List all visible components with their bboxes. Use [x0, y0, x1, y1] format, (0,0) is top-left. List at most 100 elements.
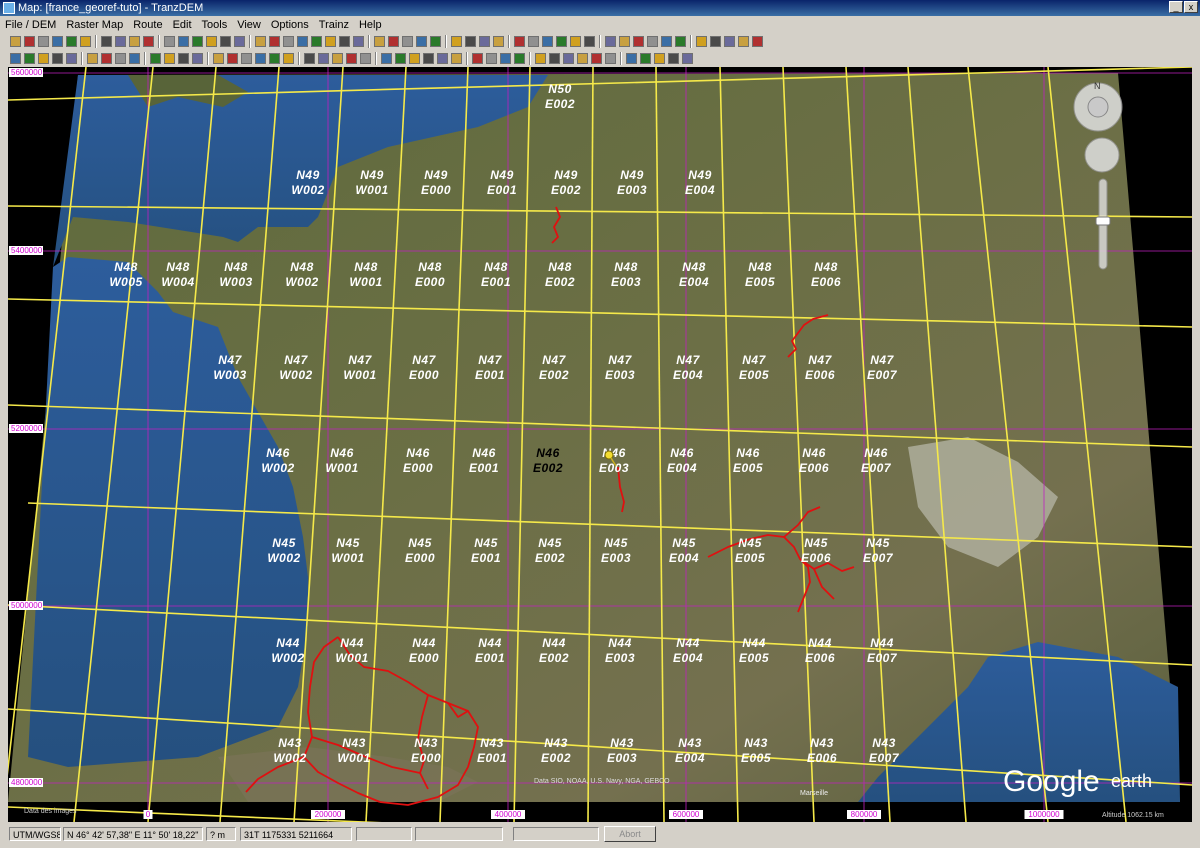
toolbar-button-icon[interactable] [241, 53, 252, 64]
toolbar-button-icon[interactable] [430, 36, 441, 47]
toolbar-button-icon[interactable] [388, 36, 399, 47]
close-button[interactable]: x [1184, 1, 1198, 13]
toolbar-button-icon[interactable] [577, 53, 588, 64]
menu-view[interactable]: View [232, 19, 266, 31]
toolbar-button-icon[interactable] [269, 36, 280, 47]
toolbar-button-icon[interactable] [626, 53, 637, 64]
toolbar-button-icon[interactable] [325, 36, 336, 47]
toolbar-button-icon[interactable] [206, 36, 217, 47]
toolbar-button-icon[interactable] [752, 36, 763, 47]
toolbar-button-icon[interactable] [465, 36, 476, 47]
toolbar-button-icon[interactable] [374, 36, 385, 47]
toolbar-button-icon[interactable] [710, 36, 721, 47]
toolbar-button-icon[interactable] [101, 53, 112, 64]
toolbar-button-icon[interactable] [472, 53, 483, 64]
toolbar-button-icon[interactable] [164, 53, 175, 64]
toolbar-button-icon[interactable] [311, 36, 322, 47]
toolbar-button-icon[interactable] [605, 53, 616, 64]
toolbar-button-icon[interactable] [724, 36, 735, 47]
toolbar-button-icon[interactable] [297, 36, 308, 47]
map-canvas[interactable]: N50E002N49W002N49W001N49E000N49E001N49E0… [8, 67, 1192, 822]
toolbar-button-icon[interactable] [514, 53, 525, 64]
toolbar-button-icon[interactable] [423, 53, 434, 64]
menu-tools[interactable]: Tools [197, 19, 233, 31]
move-control[interactable] [1084, 137, 1120, 173]
toolbar-button-icon[interactable] [115, 53, 126, 64]
toolbar-button-icon[interactable] [528, 36, 539, 47]
toolbar-button-icon[interactable] [402, 36, 413, 47]
toolbar-button-icon[interactable] [668, 53, 679, 64]
toolbar-button-icon[interactable] [570, 36, 581, 47]
toolbar-button-icon[interactable] [605, 36, 616, 47]
toolbar-button-icon[interactable] [353, 36, 364, 47]
toolbar-button-icon[interactable] [682, 53, 693, 64]
toolbar-button-icon[interactable] [38, 53, 49, 64]
toolbar-button-icon[interactable] [395, 53, 406, 64]
toolbar-button-icon[interactable] [332, 53, 343, 64]
toolbar-button-icon[interactable] [234, 36, 245, 47]
menu-options[interactable]: Options [266, 19, 314, 31]
toolbar-button-icon[interactable] [591, 53, 602, 64]
zoom-slider-thumb[interactable] [1095, 216, 1111, 226]
toolbar-button-icon[interactable] [360, 53, 371, 64]
toolbar-button-icon[interactable] [416, 36, 427, 47]
toolbar-button-icon[interactable] [283, 36, 294, 47]
toolbar-button-icon[interactable] [633, 36, 644, 47]
toolbar-button-icon[interactable] [283, 53, 294, 64]
toolbar-button-icon[interactable] [255, 53, 266, 64]
toolbar-button-icon[interactable] [52, 53, 63, 64]
toolbar-button-icon[interactable] [696, 36, 707, 47]
toolbar-button-icon[interactable] [640, 53, 651, 64]
toolbar-button-icon[interactable] [255, 36, 266, 47]
toolbar-button-icon[interactable] [192, 36, 203, 47]
minimize-button[interactable]: _ [1169, 1, 1183, 13]
menu-route[interactable]: Route [128, 19, 167, 31]
toolbar-button-icon[interactable] [38, 36, 49, 47]
toolbar-button-icon[interactable] [619, 36, 630, 47]
toolbar-button-icon[interactable] [66, 36, 77, 47]
toolbar-button-icon[interactable] [409, 53, 420, 64]
toolbar-button-icon[interactable] [584, 36, 595, 47]
toolbar-button-icon[interactable] [654, 53, 665, 64]
toolbar-button-icon[interactable] [52, 36, 63, 47]
toolbar-button-icon[interactable] [381, 53, 392, 64]
toolbar-button-icon[interactable] [80, 36, 91, 47]
toolbar-button-icon[interactable] [24, 36, 35, 47]
menu-help[interactable]: Help [354, 19, 387, 31]
toolbar-button-icon[interactable] [269, 53, 280, 64]
toolbar-button-icon[interactable] [479, 36, 490, 47]
toolbar-button-icon[interactable] [227, 53, 238, 64]
toolbar-button-icon[interactable] [514, 36, 525, 47]
toolbar-button-icon[interactable] [549, 53, 560, 64]
toolbar-button-icon[interactable] [101, 36, 112, 47]
toolbar-button-icon[interactable] [339, 36, 350, 47]
toolbar-button-icon[interactable] [493, 36, 504, 47]
toolbar-button-icon[interactable] [500, 53, 511, 64]
toolbar-button-icon[interactable] [213, 53, 224, 64]
menu-trainz[interactable]: Trainz [314, 19, 354, 31]
toolbar-button-icon[interactable] [66, 53, 77, 64]
toolbar-button-icon[interactable] [535, 53, 546, 64]
toolbar-button-icon[interactable] [115, 36, 126, 47]
toolbar-button-icon[interactable] [486, 53, 497, 64]
toolbar-button-icon[interactable] [143, 36, 154, 47]
toolbar-button-icon[interactable] [318, 53, 329, 64]
toolbar-button-icon[interactable] [10, 36, 21, 47]
toolbar-button-icon[interactable] [675, 36, 686, 47]
toolbar-button-icon[interactable] [451, 36, 462, 47]
toolbar-button-icon[interactable] [87, 53, 98, 64]
toolbar-button-icon[interactable] [451, 53, 462, 64]
toolbar-button-icon[interactable] [129, 36, 140, 47]
menu-edit[interactable]: Edit [168, 19, 197, 31]
toolbar-button-icon[interactable] [542, 36, 553, 47]
toolbar-button-icon[interactable] [647, 36, 658, 47]
toolbar-button-icon[interactable] [24, 53, 35, 64]
abort-button[interactable]: Abort [604, 826, 656, 842]
toolbar-button-icon[interactable] [556, 36, 567, 47]
toolbar-button-icon[interactable] [178, 53, 189, 64]
menu-raster-map[interactable]: Raster Map [61, 19, 128, 31]
toolbar-button-icon[interactable] [304, 53, 315, 64]
toolbar-button-icon[interactable] [563, 53, 574, 64]
menu-file-dem[interactable]: File / DEM [0, 19, 61, 31]
toolbar-button-icon[interactable] [220, 36, 231, 47]
